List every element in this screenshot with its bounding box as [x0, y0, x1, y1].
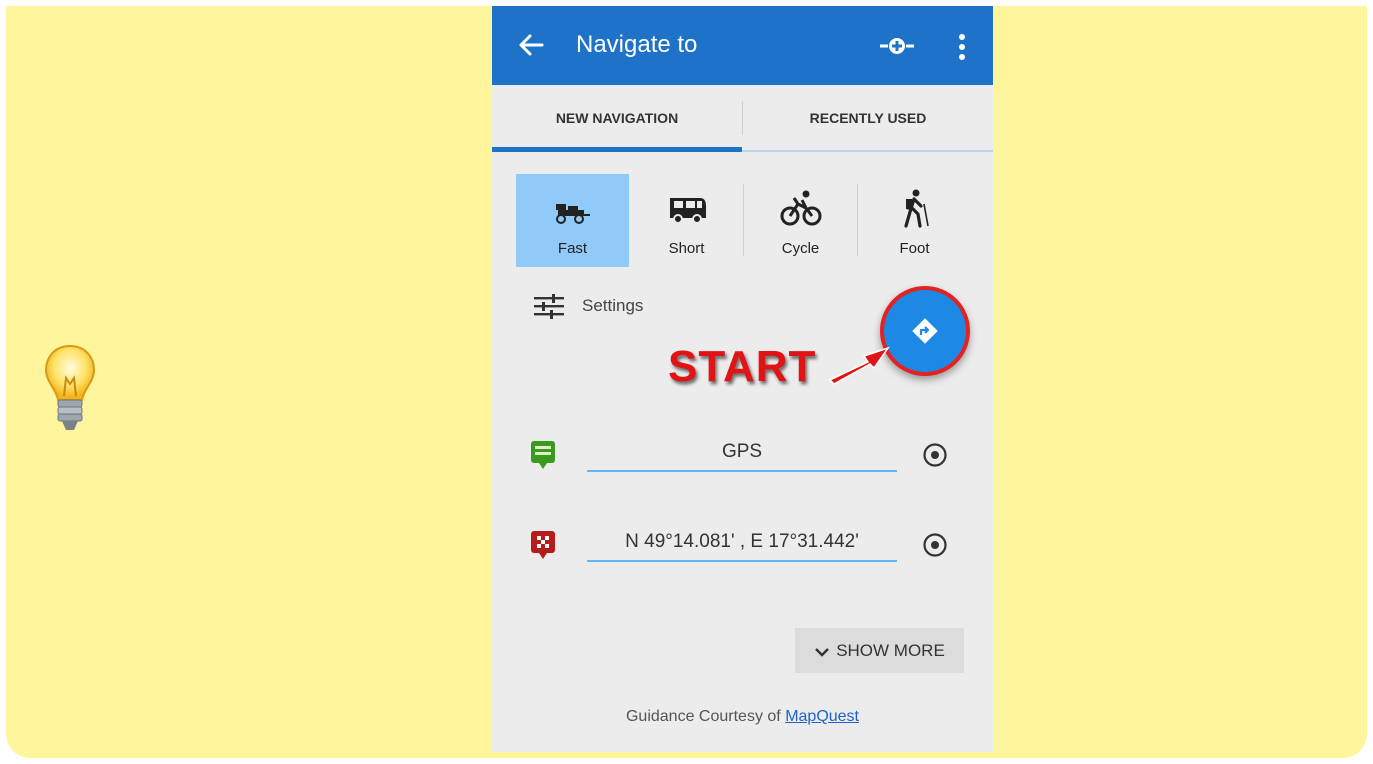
- mode-foot[interactable]: Foot: [858, 174, 971, 267]
- back-arrow-icon[interactable]: [516, 30, 546, 60]
- race-car-icon: [556, 204, 590, 224]
- attribution-text: Guidance Courtesy of: [625, 708, 781, 725]
- active-tab-indicator: [492, 147, 742, 152]
- mode-cycle[interactable]: Cycle: [744, 174, 857, 267]
- show-more-button[interactable]: SHOW MORE: [795, 628, 964, 673]
- mode-short[interactable]: Short: [630, 174, 743, 267]
- route-destination-field[interactable]: N 49°14.081' , E 17°31.442': [587, 524, 897, 562]
- chevron-down-icon: [815, 647, 830, 657]
- start-navigation-button[interactable]: [880, 286, 970, 376]
- gps-target-icon[interactable]: [880, 32, 914, 60]
- hiker-icon: [904, 189, 929, 228]
- tab-bar: NEW NAVIGATION RECENTLY USED: [492, 85, 993, 153]
- pick-location-icon[interactable]: [922, 532, 948, 558]
- mode-fast[interactable]: Fast: [516, 174, 629, 267]
- app-bar: Navigate to: [492, 6, 993, 85]
- settings-link[interactable]: Settings: [582, 296, 643, 316]
- tab-recently-used[interactable]: RECENTLY USED: [743, 85, 993, 151]
- route-destination-row: N 49°14.081' , E 17°31.442': [492, 516, 993, 576]
- show-more-label: SHOW MORE: [836, 641, 945, 660]
- mode-label: Foot: [899, 240, 930, 257]
- page-title: Navigate to: [576, 31, 698, 58]
- route-start-row: GPS: [492, 426, 993, 486]
- finish-flag-icon: [531, 531, 555, 559]
- settings-sliders-icon[interactable]: [534, 293, 564, 319]
- start-annotation-arrow: [828, 346, 890, 385]
- pick-location-icon[interactable]: [922, 442, 948, 468]
- overflow-menu-icon[interactable]: [954, 32, 970, 62]
- mapquest-link[interactable]: MapQuest: [785, 708, 859, 725]
- tab-baseline: [742, 150, 993, 152]
- start-annotation-label: START: [668, 342, 817, 391]
- route-start-field[interactable]: GPS: [587, 434, 897, 472]
- van-icon: [670, 198, 706, 224]
- mode-label: Cycle: [781, 240, 820, 257]
- lightbulb-icon: [44, 344, 96, 430]
- bicycle-icon: [780, 190, 822, 226]
- mode-label: Fast: [557, 240, 588, 257]
- mode-label: Short: [668, 240, 705, 257]
- attribution-footer: Guidance Courtesy of MapQuest: [492, 708, 993, 726]
- directions-icon: [912, 318, 938, 344]
- tab-new-navigation[interactable]: NEW NAVIGATION: [492, 85, 742, 151]
- phone-screen: Navigate to NEW NAVIGATION RECENTLY USED: [492, 6, 993, 752]
- start-flag-icon: [531, 441, 555, 469]
